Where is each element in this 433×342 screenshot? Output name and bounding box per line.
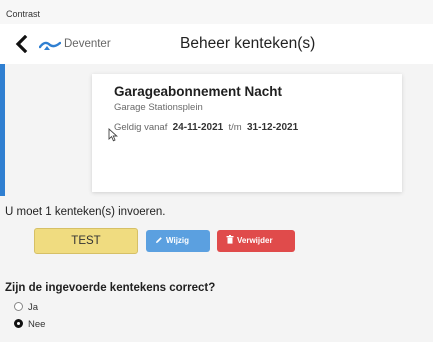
location-label: Deventer [64,38,111,50]
radio-ja-circle[interactable] [14,302,23,311]
radio-nee-label: Nee [28,319,46,330]
garage-name: Garage Stationsplein [114,102,203,113]
radio-option-ja[interactable]: Ja [14,302,38,313]
left-accent-bar [0,64,5,196]
plate-count-instruction: U moet 1 kenteken(s) invoeren. [5,206,166,218]
radio-ja-label: Ja [28,302,39,313]
page-header: Deventer Beheer kenteken(s) [0,24,433,64]
subscription-title: Garageabonnement Nacht [114,84,283,99]
app-title: Contrast [6,9,41,19]
back-arrow-icon[interactable] [14,35,30,53]
valid-until-date: 31-12-2021 [247,122,299,133]
mouse-pointer-icon [108,128,118,142]
trash-icon [226,235,234,244]
radio-option-nee[interactable]: Nee [14,319,45,330]
valid-from-date: 24-11-2021 [172,122,224,133]
validity-period: Geldig vanaf 24-11-2021 t/m 31-12-2021 [114,122,298,133]
delete-button-label: Verwijder [237,236,273,245]
pencil-icon [156,237,162,243]
edit-button[interactable]: Wijzig [146,230,210,252]
confirmation-question: Zijn de ingevoerde kentekens correct? [5,282,216,294]
valid-from-label: Geldig vanaf [114,122,168,133]
until-label: t/m [228,122,242,133]
license-plate[interactable]: TEST [34,228,138,254]
edit-button-label: Wijzig [166,236,190,245]
municipality-logo-icon [39,41,61,50]
delete-button[interactable]: Verwijder [217,230,295,252]
radio-nee-circle[interactable] [14,319,23,328]
page-title: Beheer kenteken(s) [180,35,316,52]
subscription-card: Garageabonnement Nacht Garage Stationspl… [92,74,402,192]
app-topbar: Contrast [0,0,433,24]
